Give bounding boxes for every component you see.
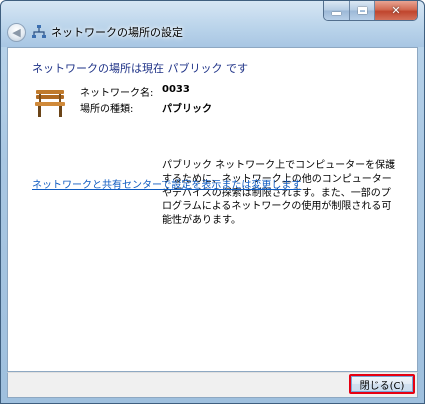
maximize-icon [357, 7, 367, 14]
window-close-button[interactable]: ✕ [375, 1, 417, 20]
network-icon [32, 25, 46, 38]
dialog-window: ✕ ◀ ネットワークの場所の設定 ネットワークの場所は現在 パブリック です ネ… [0, 0, 425, 404]
network-info: ネットワーク名: 0033 場所の種類: パブリック [80, 84, 396, 116]
back-arrow-icon: ◀ [12, 25, 21, 39]
content-pane: ネットワークの場所は現在 パブリック です ネットワーク名: 0033 場所の種… [7, 47, 418, 372]
network-name-label: ネットワーク名: [80, 88, 154, 99]
window-title: ネットワークの場所の設定 [51, 26, 183, 39]
page-headline: ネットワークの場所は現在 パブリック です [32, 62, 248, 75]
back-button[interactable]: ◀ [7, 22, 26, 42]
network-name-row: ネットワーク名: 0033 [80, 84, 396, 100]
title-bar: ◀ ネットワークの場所の設定 [7, 21, 418, 43]
minimize-icon [332, 12, 341, 15]
close-button[interactable]: 閉じる(C) [349, 374, 415, 394]
location-description: パブリック ネットワーク上でコンピューターを保護するために、ネットワーク上の他の… [162, 160, 396, 227]
maximize-button[interactable] [350, 1, 375, 20]
location-type-value: パブリック [162, 104, 212, 115]
caption-buttons: ✕ [323, 1, 418, 21]
button-bar: 閉じる(C) [7, 372, 418, 398]
network-sharing-center-link[interactable]: ネットワークと共有センターで設定を表示または変更します [32, 176, 301, 191]
location-type-label: 場所の種類: [80, 104, 134, 115]
close-icon: ✕ [391, 4, 401, 17]
location-type-row: 場所の種類: パブリック [80, 100, 396, 116]
minimize-button[interactable] [324, 1, 350, 20]
network-name-value: 0033 [162, 84, 190, 95]
park-bench-icon [35, 90, 65, 117]
